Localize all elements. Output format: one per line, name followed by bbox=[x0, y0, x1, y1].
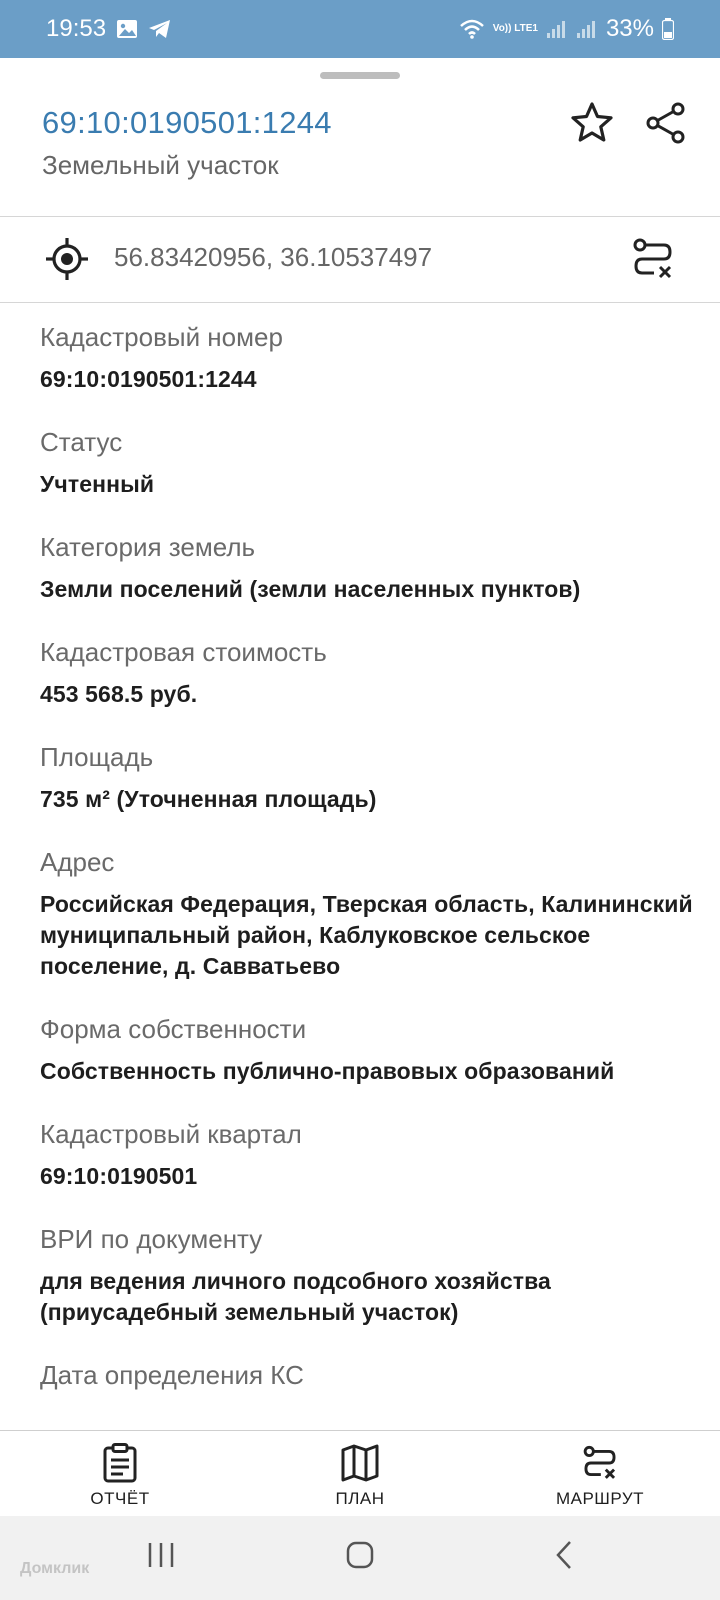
map-icon bbox=[341, 1444, 379, 1482]
property-label: Категория земель bbox=[40, 532, 256, 562]
clipboard-icon bbox=[103, 1443, 137, 1483]
property-label: Площадь bbox=[40, 742, 154, 772]
target-location-icon[interactable] bbox=[44, 236, 90, 282]
share-icon bbox=[646, 102, 685, 144]
property-value: Учтенный bbox=[40, 471, 155, 497]
property-value: 69:10:0190501 bbox=[40, 1163, 198, 1189]
bottom-action-bar: ОТЧЁТ ПЛАН МАРШРУТ bbox=[0, 1430, 720, 1517]
status-left: 19:53 bbox=[46, 15, 172, 43]
property-land-category: Категория земель Земли поселений (земли … bbox=[40, 530, 700, 605]
property-value: Земли поселений (земли населенных пункто… bbox=[40, 576, 581, 602]
telegram-icon bbox=[148, 19, 172, 39]
property-value: 69:10:0190501:1244 bbox=[40, 366, 257, 392]
property-valuation-date: Дата определения КС bbox=[40, 1358, 700, 1392]
property-area: Площадь 735 м² (Уточненная площадь) bbox=[40, 740, 700, 815]
battery-icon bbox=[662, 18, 674, 40]
route-nav-button[interactable]: МАРШРУТ bbox=[520, 1431, 680, 1517]
property-cadastral-quarter: Кадастровый квартал 69:10:0190501 bbox=[40, 1117, 700, 1192]
signal-icon bbox=[546, 19, 568, 39]
property-label: Дата определения КС bbox=[40, 1360, 304, 1390]
property-ownership-form: Форма собственности Собственность публич… bbox=[40, 1012, 700, 1087]
route-icon bbox=[583, 1445, 616, 1479]
status-time: 19:53 bbox=[46, 15, 107, 42]
domclick-watermark: Домклик bbox=[20, 1560, 90, 1577]
star-icon bbox=[571, 102, 613, 142]
property-value: 453 568.5 руб. bbox=[40, 681, 198, 707]
report-button[interactable]: ОТЧЁТ bbox=[40, 1431, 200, 1517]
coordinates-text[interactable]: 56.83420956, 36.10537497 bbox=[114, 242, 432, 273]
property-label: Адрес bbox=[40, 847, 115, 877]
property-address: Адрес Российская Федерация, Тверская обл… bbox=[40, 845, 700, 982]
property-value: для ведения личного подсобного хозяйства… bbox=[40, 1268, 551, 1325]
recent-apps-button[interactable] bbox=[146, 1540, 176, 1575]
property-label: Форма собственности bbox=[40, 1014, 307, 1044]
property-label: Кадастровая стоимость bbox=[40, 637, 327, 667]
back-icon bbox=[556, 1541, 571, 1569]
property-cadastral-number: Кадастровый номер 69:10:0190501:1244 bbox=[40, 320, 700, 395]
property-status: Статус Учтенный bbox=[40, 425, 700, 500]
route-label: МАРШРУТ bbox=[555, 1489, 645, 1508]
object-type-label: Земельный участок bbox=[42, 150, 279, 180]
system-navigation-bar bbox=[0, 1516, 720, 1600]
recent-apps-icon bbox=[148, 1543, 174, 1567]
report-label: ОТЧЁТ bbox=[90, 1489, 150, 1508]
route-icon bbox=[633, 238, 672, 279]
property-cadastral-value: Кадастровая стоимость 453 568.5 руб. bbox=[40, 635, 700, 710]
object-header: 69:10:0190501:1244 Земельный участок bbox=[0, 95, 720, 215]
gallery-icon bbox=[116, 19, 138, 39]
plan-button[interactable]: ПЛАН bbox=[280, 1431, 440, 1517]
network-type-label: Vo)) LTE1 bbox=[492, 23, 538, 34]
wifi-icon bbox=[459, 19, 485, 39]
property-label: Кадастровый квартал bbox=[40, 1119, 302, 1149]
property-permitted-use: ВРИ по документу для ведения личного под… bbox=[40, 1222, 700, 1328]
property-label: Кадастровый номер bbox=[40, 322, 283, 352]
property-list: Кадастровый номер 69:10:0190501:1244 Ста… bbox=[40, 320, 700, 1422]
property-label: ВРИ по документу bbox=[40, 1224, 263, 1254]
home-button[interactable] bbox=[345, 1540, 375, 1575]
home-icon bbox=[346, 1541, 374, 1569]
coordinates-row: 56.83420956, 36.10537497 bbox=[0, 216, 720, 302]
back-button[interactable] bbox=[550, 1540, 580, 1575]
route-button[interactable] bbox=[630, 236, 676, 282]
property-value: Российская Федерация, Тверская область, … bbox=[40, 891, 693, 979]
property-label: Статус bbox=[40, 427, 123, 457]
property-value: Собственность публично-правовых образова… bbox=[40, 1058, 615, 1084]
divider bbox=[0, 302, 720, 303]
property-value: 735 м² (Уточненная площадь) bbox=[40, 786, 377, 812]
favorite-button[interactable] bbox=[568, 99, 616, 147]
battery-percent: 33% bbox=[605, 15, 654, 42]
status-right: Vo)) LTE1 33% bbox=[459, 15, 674, 43]
plan-label: ПЛАН bbox=[335, 1489, 385, 1508]
sheet-drag-handle[interactable] bbox=[320, 72, 400, 79]
status-bar: 19:53 Vo)) LTE1 33% bbox=[0, 0, 720, 58]
page-title: 69:10:0190501:1244 bbox=[42, 105, 332, 140]
share-button[interactable] bbox=[642, 99, 690, 147]
signal-icon-2 bbox=[576, 19, 598, 39]
